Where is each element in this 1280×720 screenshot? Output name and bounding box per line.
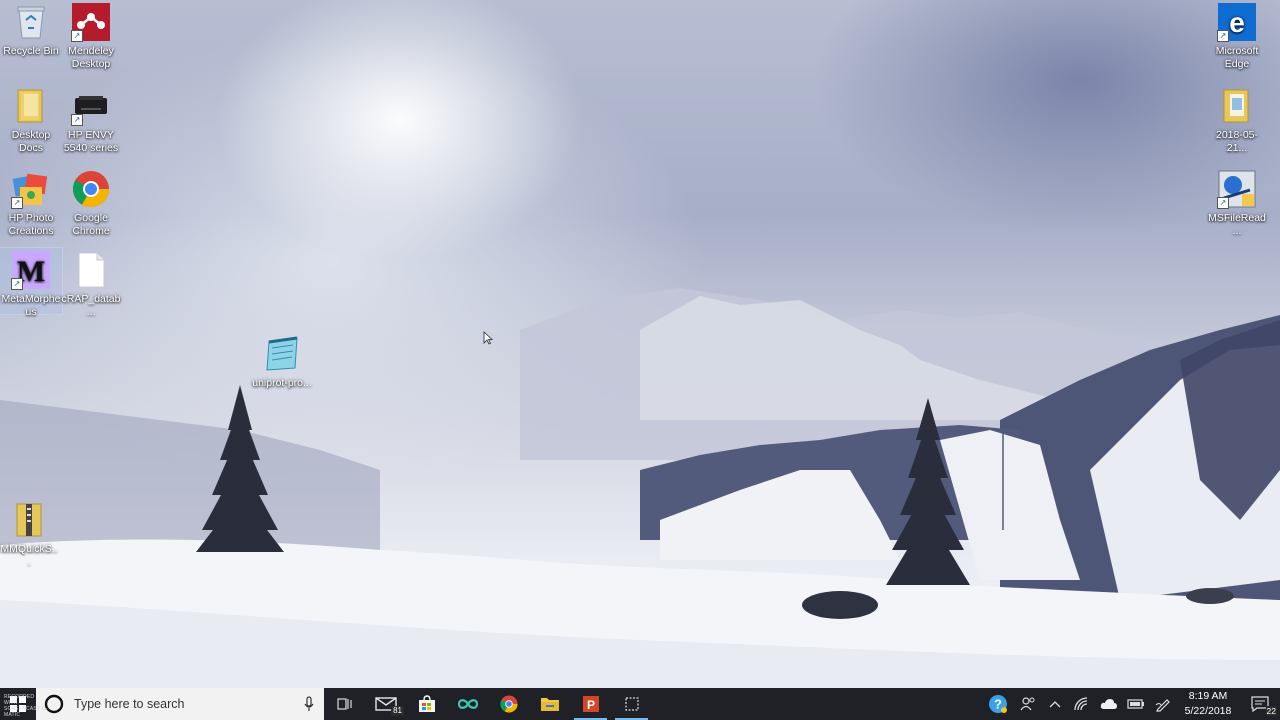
mendeley-icon: ↗ — [71, 2, 111, 42]
desktop-icon-msfileread[interactable]: ↗ MSFileRead... — [1206, 167, 1268, 238]
desktop-icon-label: Desktop Docs — [11, 129, 51, 154]
desktop-icon-2018-05-21[interactable]: 2018-05-21... — [1206, 84, 1268, 155]
file-explorer-icon — [540, 698, 559, 711]
svg-text:e: e — [1229, 7, 1245, 38]
file-explorer-button[interactable] — [529, 688, 570, 720]
clock-date: 5/22/2018 — [1184, 705, 1232, 717]
desktop-icon-label: HP ENVY 5540 series — [63, 129, 119, 154]
action-center-button[interactable]: 22 — [1240, 688, 1280, 720]
shortcut-arrow-icon: ↗ — [1217, 197, 1229, 209]
desktop[interactable]: Recycle Bin ↗ Mendeley Desktop Desktop D… — [0, 0, 1280, 720]
desktop-icon-label: MetaMorpheus — [1, 293, 61, 318]
show-hidden-icons-button[interactable] — [1041, 688, 1068, 720]
battery-icon — [1126, 699, 1144, 709]
search-input[interactable]: Type here to search — [36, 688, 324, 720]
task-view-button[interactable] — [324, 688, 365, 720]
infinity-app-icon — [457, 699, 478, 709]
taskbar: Type here to search 81 P ? 8:19 AM 5/22/… — [0, 688, 1280, 720]
desktop-icon-label: Google Chrome — [72, 212, 110, 237]
desktop-icon-label: HP Photo Creations — [8, 212, 54, 237]
pen-icon — [1155, 699, 1170, 712]
desktop-icon-mendeley[interactable]: ↗ Mendeley Desktop — [60, 0, 122, 71]
microphone-icon[interactable] — [304, 696, 314, 712]
desktop-icon-hp-photo[interactable]: ↗ HP Photo Creations — [0, 167, 62, 238]
folder-icon — [11, 86, 51, 126]
task-view-icon — [336, 698, 352, 710]
powerpoint-icon: P — [582, 696, 599, 712]
desktop-icon-hp-envy[interactable]: ↗ HP ENVY 5540 series — [60, 84, 122, 155]
mouse-cursor-icon — [483, 331, 493, 345]
shortcut-arrow-icon: ↗ — [11, 278, 23, 290]
chrome-icon — [71, 169, 111, 209]
onedrive-button[interactable] — [1095, 688, 1122, 720]
shortcut-arrow-icon: ↗ — [71, 30, 83, 42]
metamorpheus-icon: M ↗ — [11, 250, 51, 290]
desktop-icon-label: Mendeley Desktop — [68, 45, 114, 70]
desktop-icon-recycle-bin[interactable]: Recycle Bin — [0, 0, 62, 58]
search-placeholder: Type here to search — [74, 697, 185, 711]
help-button[interactable]: ? — [982, 688, 1014, 720]
system-tray: ? 8:19 AM 5/22/2018 22 — [982, 688, 1280, 720]
notifications-count-badge: 22 — [1265, 706, 1277, 716]
printer-icon: ↗ — [71, 86, 111, 126]
cloud-icon — [1100, 699, 1117, 709]
wifi-icon — [1073, 697, 1087, 711]
chrome-taskbar-button[interactable] — [488, 688, 529, 720]
pen-workspace-button[interactable] — [1149, 688, 1176, 720]
battery-button[interactable] — [1122, 688, 1149, 720]
installer-icon: ↗ — [1217, 169, 1257, 209]
clock-time: 8:19 AM — [1188, 690, 1228, 702]
chrome-icon — [499, 695, 518, 713]
desktop-icon-label: cRAP_datab... — [61, 293, 121, 318]
powerpoint-button[interactable]: P — [570, 688, 611, 720]
shortcut-arrow-icon: ↗ — [11, 197, 23, 209]
desktop-icon-metamorpheus[interactable]: M ↗ MetaMorpheus — [0, 247, 63, 318]
mail-unread-badge: 81 — [391, 706, 404, 716]
shortcut-arrow-icon: ↗ — [71, 114, 83, 126]
desktop-icon-desktop-docs[interactable]: Desktop Docs — [0, 84, 62, 155]
mail-button[interactable]: 81 — [365, 688, 406, 720]
folder-icon — [1217, 86, 1257, 126]
folder-zip-icon — [9, 500, 49, 540]
clock[interactable]: 8:19 AM 5/22/2018 — [1176, 688, 1240, 720]
snipping-tool-button[interactable] — [611, 688, 652, 720]
store-button[interactable] — [406, 688, 447, 720]
start-button[interactable] — [0, 688, 36, 720]
svg-text:?: ? — [994, 697, 1002, 712]
document-icon — [71, 250, 111, 290]
desktop-icon-label: uniprot-pro... — [252, 377, 312, 389]
shortcut-arrow-icon: ↗ — [1217, 30, 1229, 42]
infinity-app-button[interactable] — [447, 688, 488, 720]
recycle-bin-icon — [11, 2, 51, 42]
store-icon — [418, 695, 435, 712]
desktop-icon-label: Microsoft Edge — [1215, 45, 1259, 70]
desktop-icon-label: MSFileRead... — [1208, 212, 1266, 237]
desktop-icon-mmquicks[interactable]: MMQuickS... — [0, 498, 60, 569]
desktop-icon-label: 2018-05-21... — [1215, 129, 1259, 154]
hp-photo-icon: ↗ — [11, 169, 51, 209]
network-button[interactable] — [1068, 688, 1095, 720]
desktop-icon-crap-database[interactable]: cRAP_datab... — [60, 248, 122, 319]
desktop-icon-label: MMQuickS... — [0, 543, 58, 568]
desktop-icon-google-chrome[interactable]: Google Chrome — [60, 167, 122, 238]
notepad-icon — [262, 334, 302, 374]
desktop-icon-microsoft-edge[interactable]: e ↗ Microsoft Edge — [1206, 0, 1268, 71]
desktop-icon-label: Recycle Bin — [3, 45, 59, 57]
cortana-icon — [44, 694, 64, 714]
desktop-icon-uniprot[interactable]: uniprot-pro... — [251, 332, 313, 390]
windows-logo-icon — [10, 696, 26, 712]
people-button[interactable] — [1014, 688, 1041, 720]
help-icon: ? — [989, 695, 1007, 713]
snipping-tool-icon — [624, 697, 639, 711]
chevron-up-icon — [1049, 701, 1060, 708]
people-icon — [1020, 697, 1034, 711]
svg-text:P: P — [586, 698, 594, 712]
edge-icon: e ↗ — [1217, 2, 1257, 42]
wallpaper — [0, 288, 1280, 688]
